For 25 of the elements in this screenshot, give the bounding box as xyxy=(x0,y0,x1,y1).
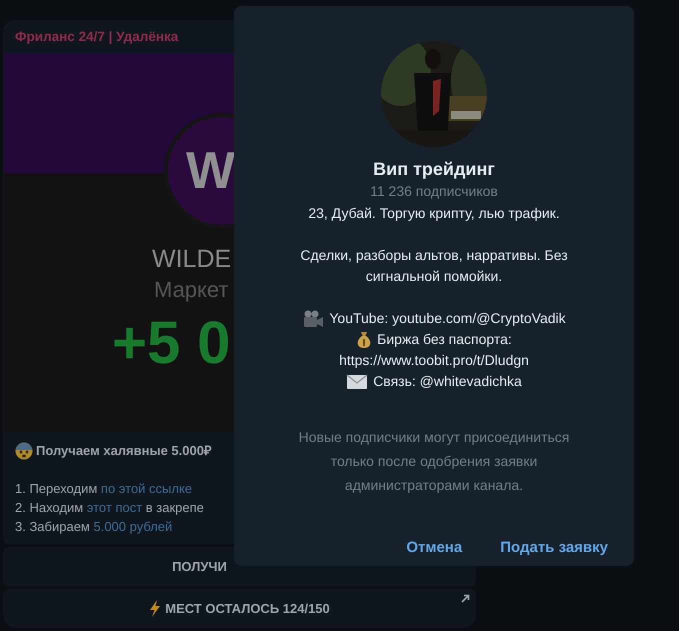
subscriber-count: 11 236 подписчиков xyxy=(370,182,498,201)
channel-title: Вип трейдинг xyxy=(373,158,495,181)
description-text: Связь: @whitevadichka xyxy=(373,372,522,391)
brand-name: WILDE xyxy=(152,244,232,276)
headline-text: Получаем халявные 5.000₽ xyxy=(36,442,212,460)
description-text: 23, Дубай. Торгую крипту, лью трафик. xyxy=(308,204,560,223)
video-camera-icon xyxy=(302,310,324,328)
envelope-icon xyxy=(346,374,368,390)
description-text: YouTube: youtube.com/@CryptoVadik xyxy=(329,309,566,328)
description-text: https://www.toobit.pro/t/Dludgn xyxy=(339,351,529,370)
brand-subtitle: Маркет xyxy=(154,276,228,304)
channel-name: Фриланс 24/7 | Удалёнка xyxy=(14,28,180,46)
bonus-amount: +5 0 xyxy=(112,313,230,374)
description-text: Сделки, разборы альтов, нарративы. Без сигнальной помойки. xyxy=(299,246,569,286)
link[interactable]: 5.000 рублей xyxy=(93,518,172,534)
approval-notice: Новые подписчики могут присоединиться только после одобрения заявки администраторами канала. xyxy=(298,428,570,495)
description-text: Биржа без паспорта: xyxy=(377,330,512,349)
inline-button[interactable]: МЕСТ ОСТАЛОСЬ 124/150 xyxy=(3,588,476,628)
link[interactable]: по этой ссылке xyxy=(100,480,192,496)
money-bag-icon xyxy=(356,330,372,348)
dialog-button[interactable]: Подать заявку xyxy=(492,531,616,566)
fearful-face-icon xyxy=(15,442,33,460)
link[interactable]: этот пост xyxy=(86,500,142,515)
lightning-icon xyxy=(149,600,162,617)
external-link-icon xyxy=(461,594,470,603)
